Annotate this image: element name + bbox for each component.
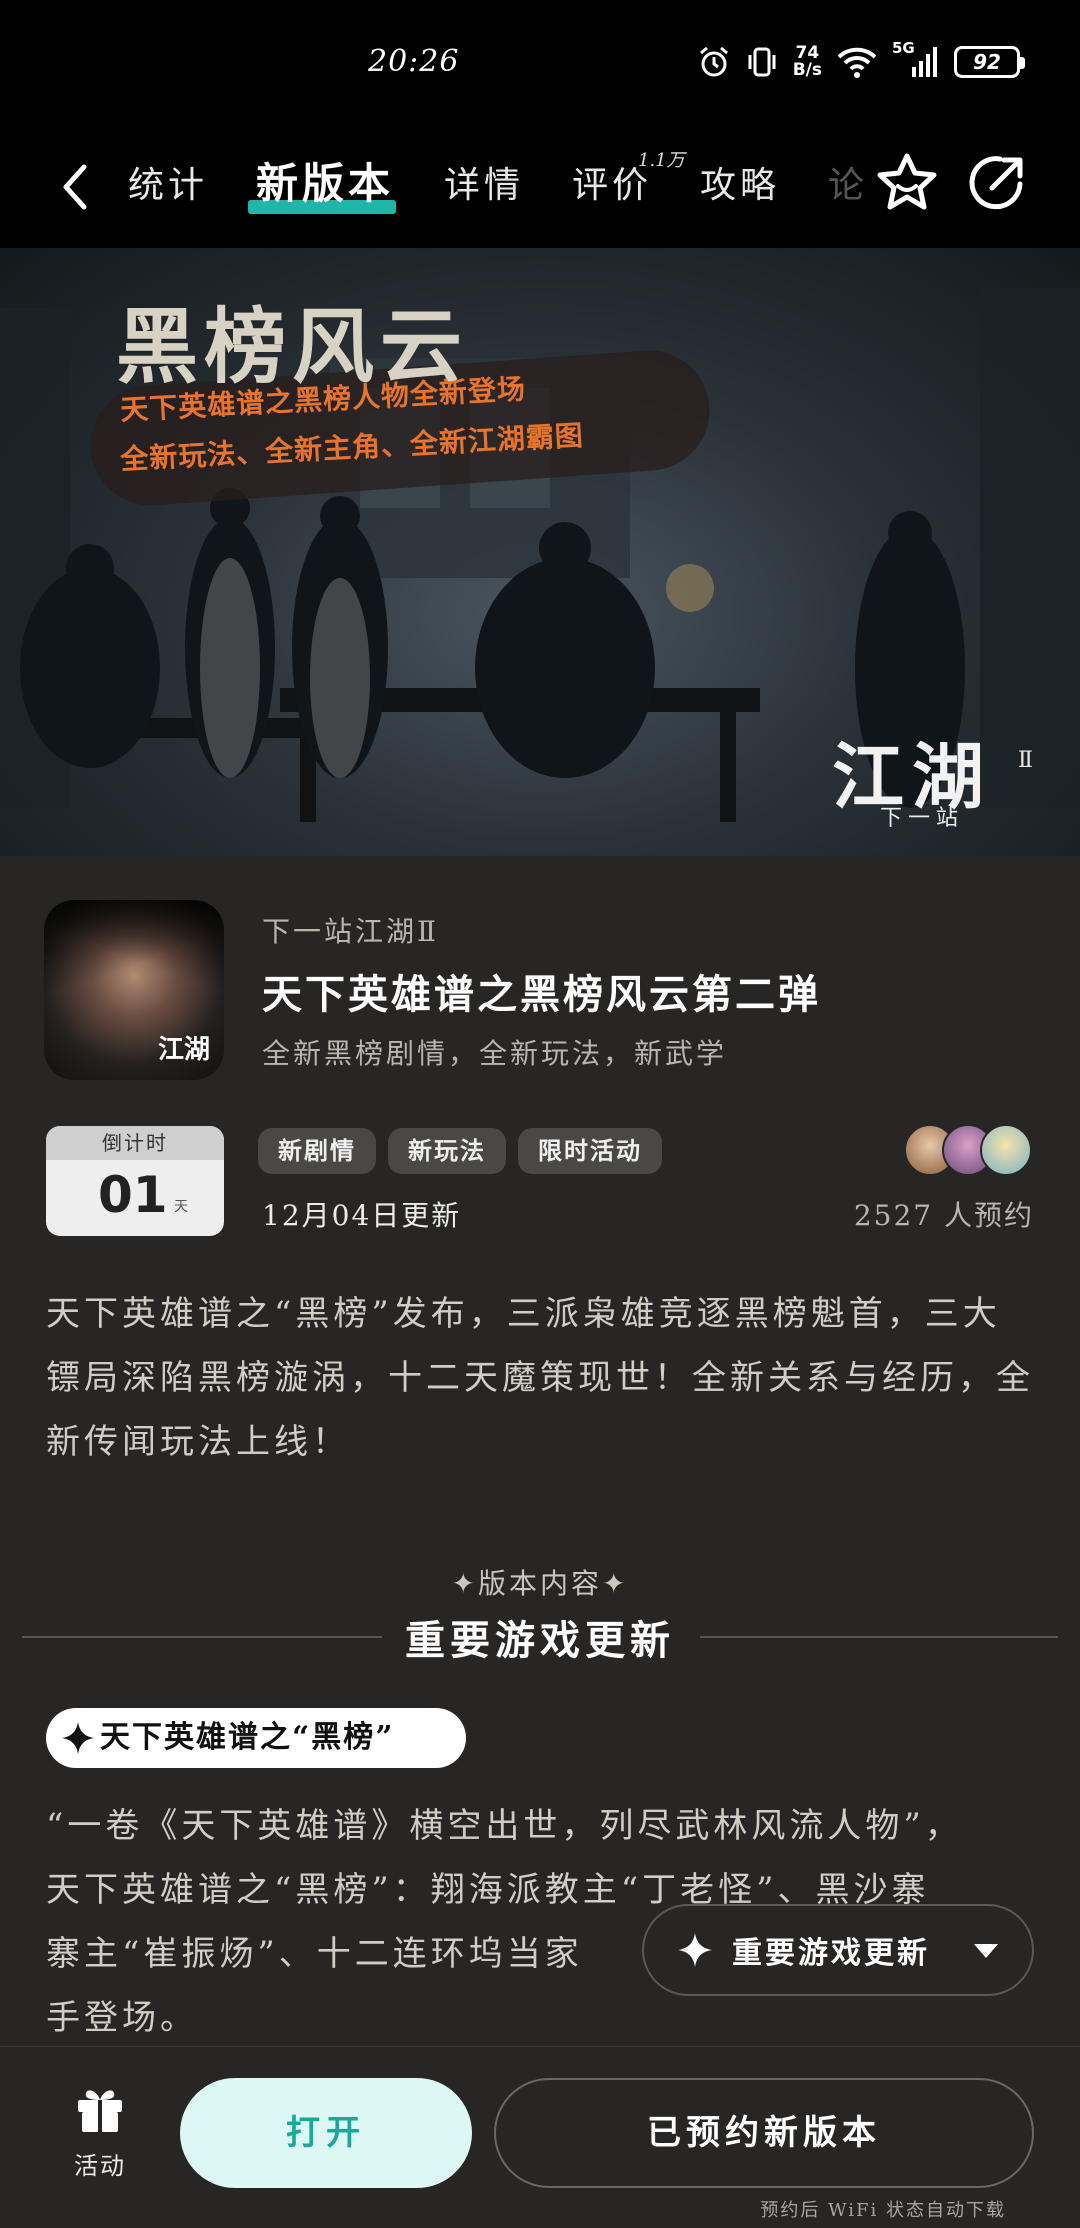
- game-name: 下一站江湖Ⅱ: [262, 915, 440, 948]
- share-icon: [969, 156, 1023, 210]
- version-description: 天下英雄谱之“黑榜”发布，三派枭雄竞逐黑榜魁首，三大镖局深陷黑榜漩涡，十二天魔策…: [46, 1294, 1034, 1462]
- section-jump-label: 重要游戏更新: [732, 1936, 930, 1971]
- star-icon: [877, 153, 937, 210]
- signal-icon: 5G: [892, 39, 940, 79]
- chevron-left-icon: [63, 164, 87, 210]
- app-icon[interactable]: 江湖: [44, 900, 224, 1080]
- game-logo-sub: 下一站: [880, 806, 965, 831]
- reservation-count: 2527 人预约: [853, 1199, 1034, 1232]
- alarm-icon: [697, 45, 731, 79]
- network-type: 5G: [892, 39, 915, 57]
- tab-forum[interactable]: 论: [828, 156, 868, 208]
- review-count-badge: 1.1万: [638, 150, 685, 171]
- content-line: “一卷《天下英雄谱》横空出世，列尽武林风流人物”，: [46, 1806, 963, 1846]
- section-kicker: ✦版本内容✦: [451, 1567, 629, 1600]
- net-speed: 74 B/s: [793, 45, 822, 79]
- update-date: 12月04日更新: [262, 1199, 462, 1232]
- content-chip-label: 天下英雄谱之“黑榜”: [100, 1720, 395, 1755]
- countdown-value: 01: [98, 1166, 168, 1224]
- reserver-avatars[interactable]: [904, 1124, 1036, 1178]
- status-icons: 74 B/s 5G 92: [697, 39, 1025, 84]
- caret-down-icon: [974, 1944, 998, 1958]
- tab-statistics[interactable]: 统计: [128, 156, 208, 208]
- status-time: 20:26: [368, 44, 460, 79]
- tag-new-story[interactable]: 新剧情: [258, 1128, 376, 1174]
- section-jump-button[interactable]: 重要游戏更新: [642, 1904, 1034, 1996]
- back-button[interactable]: [50, 152, 100, 222]
- tab-guides[interactable]: 攻略: [700, 156, 780, 208]
- section-title: 重要游戏更新: [405, 1617, 675, 1664]
- auto-download-note: 预约后 WiFi 状态自动下载: [760, 2200, 1006, 2221]
- avatar: [980, 1124, 1032, 1176]
- version-banner[interactable]: 黑榜风云 天下英雄谱之黑榜人物全新登场 全新玩法、全新主角、全新江湖霸图 江湖 …: [0, 248, 1080, 856]
- battery-indicator: 92: [954, 46, 1025, 78]
- top-nav: 统计 新版本 详情 评价 1.1万 攻略 论: [0, 130, 1080, 248]
- follow-button[interactable]: [874, 150, 940, 216]
- countdown-unit: 天: [174, 1199, 188, 1215]
- reserved-version-button[interactable]: 已预约新版本: [494, 2078, 1034, 2188]
- sparkle-icon: [678, 1933, 712, 1967]
- sparkle-icon: [62, 1722, 94, 1754]
- tag-limited-event[interactable]: 限时活动: [518, 1128, 662, 1174]
- countdown-card: 倒计时 01 天: [46, 1126, 224, 1236]
- app-icon-label: 江湖: [157, 1035, 210, 1065]
- update-subtitle: 全新黑榜剧情，全新玩法，新武学: [262, 1037, 728, 1070]
- tab-details[interactable]: 详情: [444, 156, 524, 208]
- wifi-icon: [836, 45, 878, 79]
- content-chip: 天下英雄谱之“黑榜”: [46, 1708, 466, 1768]
- game-logo-num: Ⅱ: [1018, 748, 1033, 773]
- activity-button[interactable]: 活动: [60, 2080, 140, 2181]
- share-button[interactable]: [964, 150, 1030, 216]
- net-speed-unit: B/s: [792, 60, 822, 80]
- open-button[interactable]: 打开: [180, 2078, 472, 2188]
- vibrate-icon: [745, 45, 779, 79]
- tag-new-gameplay[interactable]: 新玩法: [388, 1128, 506, 1174]
- activity-label: 活动: [74, 2152, 126, 2180]
- update-title: 天下英雄谱之黑榜风云第二弹: [262, 971, 821, 1018]
- gift-icon: [78, 2090, 122, 2132]
- tab-new-version[interactable]: 新版本: [256, 150, 394, 211]
- countdown-header: 倒计时: [46, 1126, 224, 1160]
- status-bar: 20:26 74 B/s 5G 92: [0, 0, 1080, 130]
